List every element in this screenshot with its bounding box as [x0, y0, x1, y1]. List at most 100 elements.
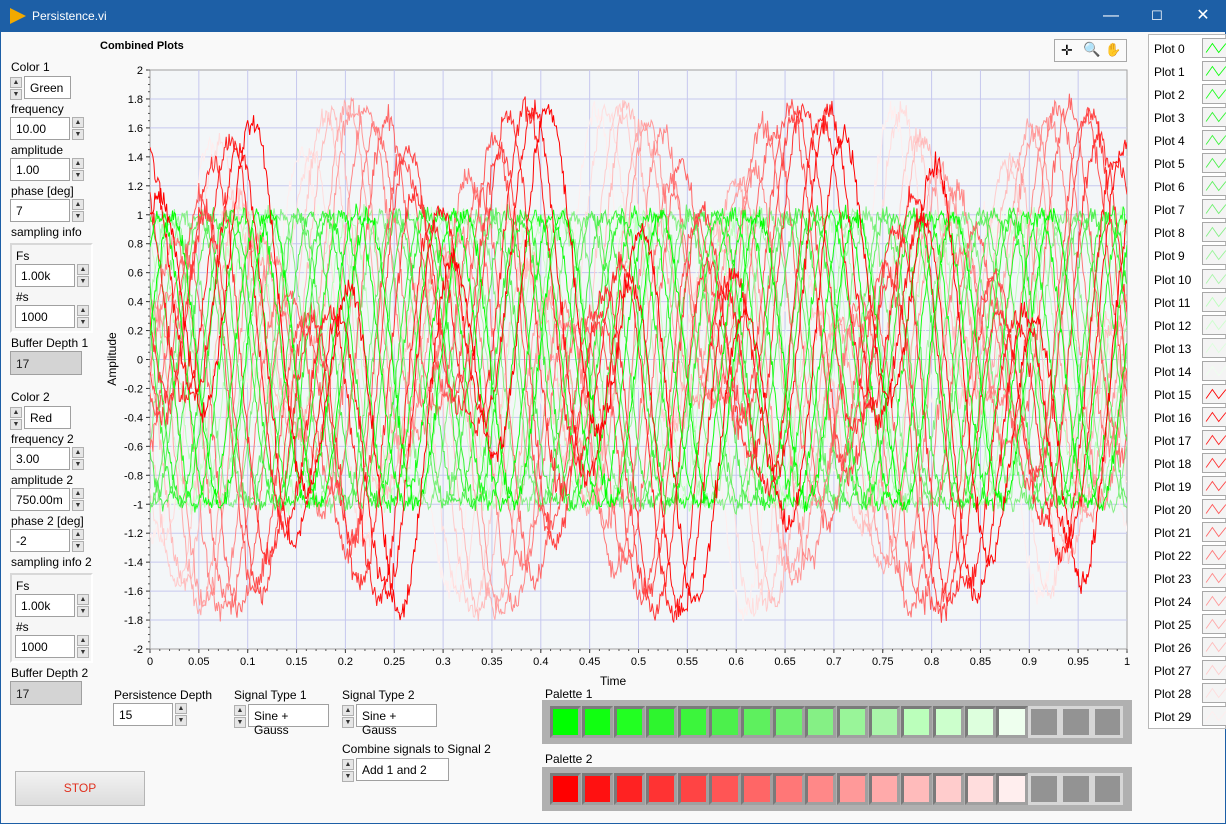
legend-item[interactable]: Plot 3	[1154, 107, 1226, 128]
persistence-depth-stepper[interactable]: ▲ ▼	[175, 703, 187, 726]
samples-stepper[interactable]: ▲ ▼	[77, 305, 89, 328]
legend-item[interactable]: Plot 8	[1154, 222, 1226, 243]
frequency2-stepper[interactable]: ▲ ▼	[72, 447, 84, 470]
samples2-stepper[interactable]: ▲ ▼	[77, 635, 89, 658]
phase-stepper[interactable]: ▲ ▼	[72, 199, 84, 222]
palette-swatch[interactable]	[868, 706, 901, 738]
fs-input[interactable]: 1.00k	[15, 264, 75, 287]
legend-item[interactable]: Plot 14	[1154, 360, 1226, 381]
amplitude2-input[interactable]: 750.00m	[10, 488, 70, 511]
legend-item[interactable]: Plot 27	[1154, 660, 1226, 681]
legend-item[interactable]: Plot 2	[1154, 84, 1226, 105]
palette-swatch[interactable]	[837, 706, 869, 738]
palette-swatch[interactable]	[964, 773, 996, 805]
frequency-input[interactable]: 10.00	[10, 117, 70, 140]
palette-swatch[interactable]	[773, 706, 805, 738]
legend-item[interactable]: Plot 16	[1154, 406, 1226, 427]
signal-type1-arrows[interactable]: ▲ ▼	[234, 705, 246, 728]
maximize-button[interactable]: ☐	[1134, 0, 1180, 32]
palette-swatch[interactable]	[709, 773, 741, 805]
legend-item[interactable]: Plot 21	[1154, 522, 1226, 543]
palette-swatch[interactable]	[613, 773, 646, 805]
palette-swatch[interactable]	[932, 773, 965, 805]
signal-type1-ring[interactable]: Sine + Gauss	[248, 704, 329, 737]
combine-signals-arrows[interactable]: ▲ ▼	[342, 759, 354, 782]
legend-item[interactable]: Plot 12	[1154, 314, 1226, 335]
palette-swatch[interactable]	[741, 773, 773, 805]
signal-type2-ring[interactable]: Sine + Gauss	[356, 704, 437, 737]
palette-swatch[interactable]	[677, 706, 709, 738]
phase2-stepper[interactable]: ▲ ▼	[72, 529, 84, 552]
legend-item[interactable]: Plot 29	[1154, 706, 1226, 727]
legend-item[interactable]: Plot 22	[1154, 545, 1226, 566]
palette-swatch[interactable]	[996, 773, 1028, 805]
minimize-button[interactable]: —	[1088, 0, 1134, 32]
legend-item[interactable]: Plot 1	[1154, 61, 1226, 82]
color2-ring[interactable]: Red	[24, 406, 71, 429]
frequency-stepper[interactable]: ▲ ▼	[72, 117, 84, 140]
samples2-input[interactable]: 1000	[15, 635, 75, 658]
close-button[interactable]: ✕	[1180, 0, 1226, 32]
palette-swatch[interactable]	[932, 706, 965, 738]
persistence-depth-input[interactable]: 15	[113, 703, 173, 726]
legend-item[interactable]: Plot 26	[1154, 637, 1226, 658]
legend-item[interactable]: Plot 15	[1154, 383, 1226, 404]
amplitude2-stepper[interactable]: ▲ ▼	[72, 488, 84, 511]
legend-item[interactable]: Plot 24	[1154, 591, 1226, 612]
palette-swatch[interactable]	[613, 706, 646, 738]
color1-ring[interactable]: Green	[24, 76, 71, 99]
legend-item[interactable]: Plot 23	[1154, 568, 1226, 589]
palette-swatch[interactable]	[837, 773, 869, 805]
palette-swatch[interactable]	[773, 773, 805, 805]
fs2-input[interactable]: 1.00k	[15, 594, 75, 617]
palette-swatch[interactable]	[900, 706, 933, 738]
stop-button[interactable]: STOP	[15, 771, 145, 806]
legend-item[interactable]: Plot 5	[1154, 153, 1226, 174]
fs-stepper[interactable]: ▲ ▼	[77, 264, 89, 287]
fs2-stepper[interactable]: ▲ ▼	[77, 594, 89, 617]
frequency2-input[interactable]: 3.00	[10, 447, 70, 470]
samples-input[interactable]: 1000	[15, 305, 75, 328]
palette-swatch[interactable]	[900, 773, 933, 805]
legend-item[interactable]: Plot 17	[1154, 429, 1226, 450]
palette-swatch[interactable]	[677, 773, 709, 805]
legend-item[interactable]: Plot 18	[1154, 452, 1226, 473]
pan-icon[interactable]: ✋	[1105, 42, 1121, 58]
legend-item[interactable]: Plot 4	[1154, 130, 1226, 151]
palette-swatch[interactable]	[868, 773, 901, 805]
palette-swatch[interactable]	[964, 706, 996, 738]
palette-swatch[interactable]	[709, 706, 741, 738]
color2-ring-arrows[interactable]: ▲ ▼	[10, 407, 22, 430]
legend-item[interactable]: Plot 13	[1154, 337, 1226, 358]
combine-signals-ring[interactable]: Add 1 and 2	[356, 758, 449, 781]
phase-input[interactable]: 7	[10, 199, 70, 222]
palette-swatch[interactable]	[805, 773, 837, 805]
legend-item[interactable]: Plot 28	[1154, 683, 1226, 704]
signal-type2-arrows[interactable]: ▲ ▼	[342, 705, 354, 728]
legend-item[interactable]: Plot 11	[1154, 291, 1226, 312]
legend-item[interactable]: Plot 7	[1154, 199, 1226, 220]
palette-swatch[interactable]	[996, 706, 1028, 738]
legend-item[interactable]: Plot 19	[1154, 475, 1226, 496]
cursor-icon[interactable]: ✛	[1061, 42, 1073, 59]
palette-swatch[interactable]	[741, 706, 773, 738]
palette-swatch[interactable]	[550, 706, 582, 738]
palette-swatch[interactable]	[645, 706, 678, 738]
phase2-input[interactable]: -2	[10, 529, 70, 552]
legend-item[interactable]: Plot 6	[1154, 176, 1226, 197]
palette-swatch[interactable]	[805, 706, 837, 738]
zoom-icon[interactable]: 🔍	[1083, 41, 1100, 58]
palette-swatch[interactable]	[581, 773, 614, 805]
amplitude-stepper[interactable]: ▲ ▼	[72, 158, 84, 181]
combined-plots-graph[interactable]: 0 0.05 0.1 0.15 0.2 0.25 0.3 0.35 0.4 0.45 0.5 0.55…	[100, 60, 1140, 675]
amplitude-input[interactable]: 1.00	[10, 158, 70, 181]
legend-item[interactable]: Plot 10	[1154, 268, 1226, 289]
legend-item[interactable]: Plot 0	[1154, 38, 1226, 58]
color1-ring-arrows[interactable]: ▲ ▼	[10, 77, 22, 100]
legend-item[interactable]: Plot 9	[1154, 245, 1226, 266]
legend-item[interactable]: Plot 20	[1154, 499, 1226, 519]
palette-swatch[interactable]	[550, 773, 582, 805]
legend-item[interactable]: Plot 25	[1154, 614, 1226, 635]
palette-swatch[interactable]	[581, 706, 614, 738]
palette-swatch[interactable]	[645, 773, 678, 805]
